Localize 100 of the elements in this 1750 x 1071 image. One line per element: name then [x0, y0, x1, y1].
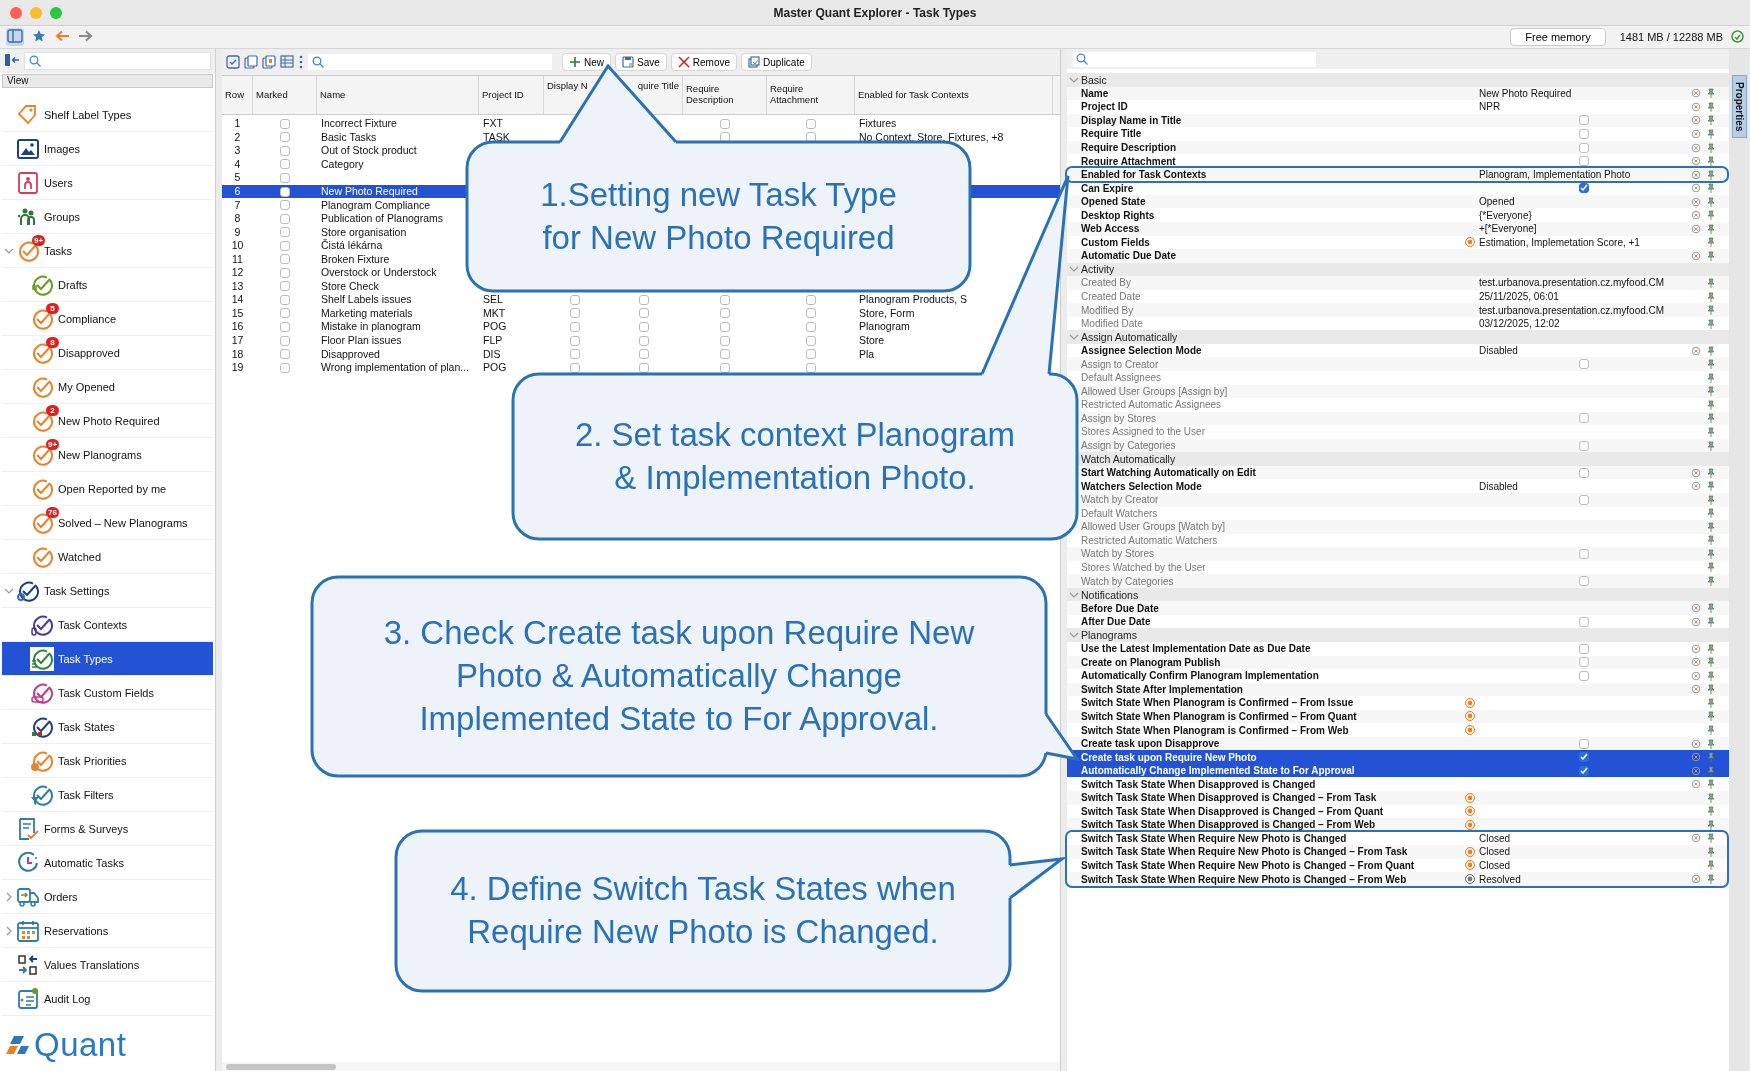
- property-label: Opened State: [1081, 196, 1147, 208]
- table-cell: Wrong implementation of plan...: [321, 361, 470, 375]
- property-label: After Due Date: [1081, 616, 1152, 628]
- table-cell: Čistá lékárna: [321, 239, 383, 253]
- table-cell: 2: [234, 130, 241, 144]
- count-badge: 9+: [32, 234, 45, 246]
- property-label: Created By: [1081, 277, 1133, 289]
- table-cell: Marketing materials: [321, 306, 413, 320]
- property-label: Display Name in Title: [1081, 114, 1183, 126]
- table-cell: Planogram Compliance: [321, 198, 431, 212]
- property-label: Switch Task State When Require New Photo is Changed: [1081, 832, 1348, 844]
- property-label: Web Access: [1081, 223, 1141, 235]
- property-label: Watch by Stores: [1081, 548, 1155, 560]
- property-label: Switch Task State When Disapproved is Changed: [1081, 778, 1317, 790]
- table-cell: 15: [231, 306, 244, 320]
- window-title: Master Quant Explorer - Task Types: [773, 5, 977, 20]
- property-label: Stores Assigned to the User: [1081, 426, 1206, 438]
- property-label: Default Watchers: [1081, 507, 1159, 519]
- table-cell: Broken Fixture: [321, 252, 390, 266]
- property-label: Switch State When Planogram is Confirmed – From Issue: [1081, 697, 1355, 709]
- property-value: +[*Everyone]: [1479, 223, 1537, 235]
- property-value: Disabled: [1479, 480, 1518, 492]
- table-cell: 17: [231, 334, 244, 347]
- table-cell: FLP: [483, 334, 503, 347]
- property-label: Automatically Confirm Planogram Implementation: [1081, 670, 1320, 682]
- table-cell: TASK: [483, 130, 510, 144]
- property-label: Modified By: [1081, 304, 1135, 316]
- property-label: Custom Fields: [1081, 236, 1151, 248]
- property-label: Assign by Categories: [1081, 440, 1177, 452]
- property-label: Switch Task State When Disapproved is Changed – From Task: [1081, 792, 1378, 804]
- table-cell: No Context, Store, Fixtures, +8: [859, 130, 1004, 144]
- property-value: 25/11/2025, 06:01: [1479, 291, 1559, 302]
- table-cell: 3: [234, 144, 241, 158]
- table-cell: 19: [231, 361, 244, 375]
- property-value: NPR: [1479, 101, 1501, 113]
- table-cell: Out of Stock product: [321, 144, 417, 158]
- property-value: Opened: [1479, 196, 1515, 208]
- property-label: Name: [1081, 87, 1110, 99]
- callout-text: 1.Setting new Task Type for New Photo Required: [539, 174, 898, 258]
- table-cell: Pla: [859, 347, 875, 361]
- property-value: New Photo Required: [1479, 87, 1572, 99]
- count-badge: 76: [46, 506, 59, 518]
- property-label: Create on Planogram Publish: [1081, 656, 1222, 668]
- property-label: Restricted Automatic Assignees: [1081, 399, 1223, 411]
- property-label: Assign to Creator: [1081, 358, 1160, 370]
- table-cell: Category: [321, 157, 364, 171]
- property-label: Default Assignees: [1081, 372, 1163, 384]
- table-cell: Floor Plan issues: [321, 334, 402, 347]
- section-header: Watch Automatically: [1081, 453, 1176, 466]
- property-value: Closed: [1479, 846, 1511, 858]
- property-label: Switch Task State When Require New Photo is Changed – From Task: [1081, 846, 1409, 858]
- table-cell: DIS: [483, 347, 501, 361]
- table-cell: MKT: [483, 306, 506, 320]
- logo-text: Quant: [34, 1025, 127, 1064]
- property-label: Watch by Categories: [1081, 575, 1175, 587]
- section-header: Planograms: [1081, 629, 1138, 642]
- property-label: Create task upon Disapprove: [1081, 738, 1221, 750]
- table-cell: Overstock or Understock: [321, 266, 437, 280]
- table-cell: Publication of Planograms: [321, 212, 443, 226]
- property-value: Closed: [1479, 832, 1511, 844]
- table-cell: Planogram: [859, 320, 910, 334]
- table-cell: 6: [234, 185, 241, 198]
- callout-text: 4. Define Switch Task States when Require New Photo is Changed.: [449, 869, 957, 952]
- table-cell: Disapproved: [321, 347, 380, 361]
- table-cell: Shelf Labels issues: [321, 293, 412, 307]
- property-label: Assign by Stores: [1081, 412, 1158, 424]
- section-header: Notifications: [1081, 588, 1139, 601]
- table-cell: 16: [231, 320, 244, 334]
- property-label: Can Expire: [1081, 182, 1135, 194]
- section-header: Activity: [1081, 263, 1115, 276]
- property-value: test.urbanova.presentation.cz.myfood.CM: [1479, 277, 1665, 289]
- property-label: Project ID: [1081, 101, 1129, 113]
- table-cell: 4: [234, 157, 241, 171]
- table-cell: POG: [483, 361, 507, 375]
- property-label: Created Date: [1081, 291, 1142, 302]
- count-badge: 9+: [46, 438, 59, 450]
- property-value: Resolved: [1479, 873, 1521, 885]
- table-cell: 5: [234, 171, 241, 185]
- property-label: Enabled for Task Contexts: [1081, 169, 1208, 181]
- table-cell: Incorrect Fixture: [321, 117, 397, 131]
- view-header: View: [2, 74, 213, 88]
- table-cell: Mistake in planogram: [321, 320, 421, 334]
- table-cell: 8: [234, 212, 241, 226]
- table-cell: Store, Form: [859, 306, 915, 320]
- table-cell: 7: [234, 198, 241, 212]
- property-label: Use the Latest Implementation Date as Due Date: [1081, 643, 1312, 655]
- table-cell: SEL: [483, 293, 503, 307]
- property-label: Allowed User Groups [Assign by]: [1081, 385, 1229, 397]
- section-header: Assign Automatically: [1081, 331, 1178, 344]
- property-label: Watch by Creator: [1081, 494, 1160, 506]
- property-label: Start Watching Automatically on Edit: [1081, 467, 1257, 479]
- table-cell: Store organisation: [321, 225, 407, 239]
- property-value: 03/12/2025, 12:02: [1479, 318, 1560, 330]
- property-label: Require Title: [1081, 128, 1143, 140]
- property-label: Assignee Selection Mode: [1081, 345, 1203, 357]
- property-label: Stores Watched by the User: [1081, 561, 1207, 573]
- table-cell: Store Check: [321, 279, 379, 293]
- table-cell: Store: [859, 334, 885, 347]
- table-cell: 12: [231, 266, 244, 280]
- table-cell: Fixtures: [859, 117, 897, 131]
